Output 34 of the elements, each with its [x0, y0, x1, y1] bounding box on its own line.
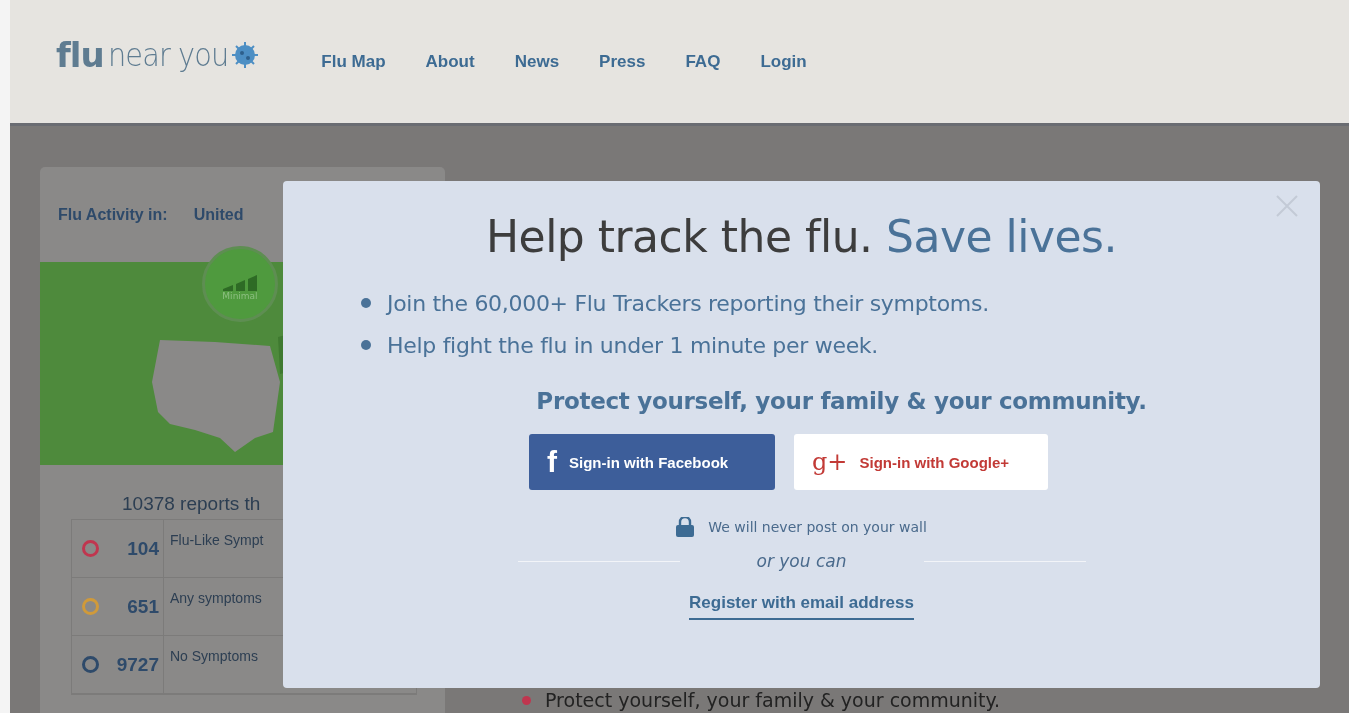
report-count: 651 [127, 595, 159, 618]
tagline: Protect yourself, your family & your community. [536, 388, 1147, 414]
region-name: United [193, 205, 244, 224]
background-text: Protect yourself, your family & your community. [545, 689, 1001, 711]
privacy-note: We will never post on your wall [708, 519, 927, 535]
logo-text: near you [107, 35, 228, 74]
bullet-text: Help fight the flu in under 1 minute per week. [387, 332, 878, 358]
headline-emphasis: Save lives. [886, 211, 1117, 262]
badge-label: Minimal [222, 291, 258, 301]
google-button[interactable]: g+ Sign-in with Google+ [794, 434, 1048, 490]
bullet-text: Join the 60,000+ Flu Trackers reporting their symptoms. [387, 290, 989, 316]
report-count: 104 [127, 537, 159, 560]
symptom-label: Flu-Like Sympt [169, 531, 264, 550]
symptom-label: Any symptoms [169, 589, 262, 608]
bullet-icon [522, 695, 531, 705]
headline: Help track the flu. [486, 211, 873, 262]
nav-link[interactable]: FAQ [665, 45, 741, 78]
report-count: 9727 [116, 653, 159, 676]
nav-link[interactable]: Login [740, 45, 827, 78]
bullet-icon [361, 298, 371, 308]
divider-text: or you can [755, 551, 848, 571]
lock-icon [676, 517, 695, 537]
reports-summary: 10378 reports th [121, 492, 262, 513]
nav-link[interactable]: Press [579, 45, 666, 78]
activity-label: Flu Activity in: [58, 205, 168, 224]
register-link[interactable]: Register with email address [689, 593, 914, 620]
nav-link[interactable]: Flu Map [301, 45, 406, 78]
nav-link[interactable]: About [405, 45, 495, 78]
symptom-label: No Symptoms [169, 647, 258, 666]
facebook-button[interactable]: f Sign-in with Facebook [529, 434, 775, 490]
nav-link[interactable]: News [494, 45, 580, 78]
virus-icon [231, 40, 260, 69]
bullet-icon [361, 340, 371, 350]
logo-text: flu [56, 34, 104, 75]
